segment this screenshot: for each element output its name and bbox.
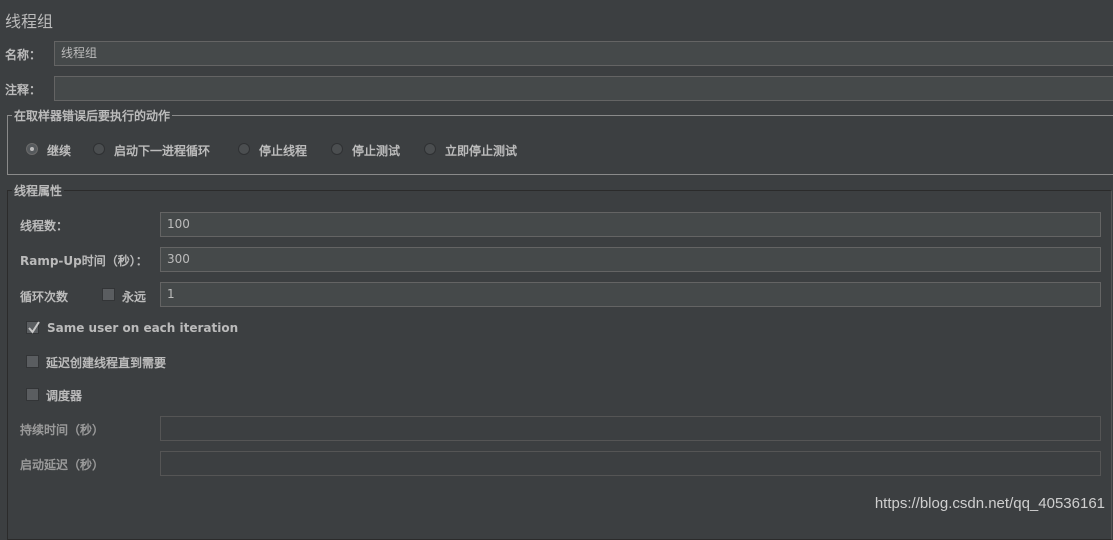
radio-label: 停止线程 xyxy=(259,144,308,158)
delay-create-label: 延迟创建线程直到需要 xyxy=(46,356,167,370)
error-action-legend: 在取样器错误后要执行的动作 xyxy=(12,107,173,124)
duration-input[interactable] xyxy=(160,416,1101,441)
duration-label: 持续时间（秒） xyxy=(20,423,105,437)
radio-selected-icon[interactable] xyxy=(26,143,38,155)
watermark: https://blog.csdn.net/qq_40536161 xyxy=(874,495,1105,512)
radio-icon[interactable] xyxy=(238,143,250,155)
ramp-up-input[interactable]: 300 xyxy=(160,247,1101,272)
checkbox-checked-icon[interactable] xyxy=(26,321,40,334)
radio-icon[interactable] xyxy=(424,143,436,155)
num-threads-label: 线程数： xyxy=(20,219,69,233)
name-input[interactable]: 线程组 xyxy=(54,41,1113,66)
loop-count-input[interactable]: 1 xyxy=(160,282,1101,307)
name-label: 名称： xyxy=(5,48,42,62)
radio-label: 继续 xyxy=(47,144,72,158)
checkbox-icon[interactable] xyxy=(102,288,115,301)
thread-props-group: 线程属性 xyxy=(7,182,1112,540)
radio-icon[interactable] xyxy=(93,143,105,155)
thread-props-legend: 线程属性 xyxy=(12,182,65,199)
checkbox-icon[interactable] xyxy=(26,388,39,401)
radio-label: 启动下一进程循环 xyxy=(114,144,211,158)
comment-input[interactable] xyxy=(54,76,1113,101)
startup-delay-label: 启动延迟（秒） xyxy=(20,458,105,472)
radio-label: 停止测试 xyxy=(352,144,401,158)
page-title: 线程组 xyxy=(5,12,54,31)
loop-count-label: 循环次数 xyxy=(20,290,69,304)
radio-icon[interactable] xyxy=(331,143,343,155)
num-threads-input[interactable]: 100 xyxy=(160,212,1101,237)
forever-label: 永远 xyxy=(122,290,147,304)
ramp-up-label: Ramp-Up时间（秒）： xyxy=(20,254,148,268)
radio-label: 立即停止测试 xyxy=(445,144,518,158)
startup-delay-input[interactable] xyxy=(160,451,1101,476)
checkbox-icon[interactable] xyxy=(26,355,39,368)
same-user-label: Same user on each iteration xyxy=(47,321,239,335)
scheduler-label: 调度器 xyxy=(46,389,83,403)
comment-label: 注释： xyxy=(5,83,42,97)
